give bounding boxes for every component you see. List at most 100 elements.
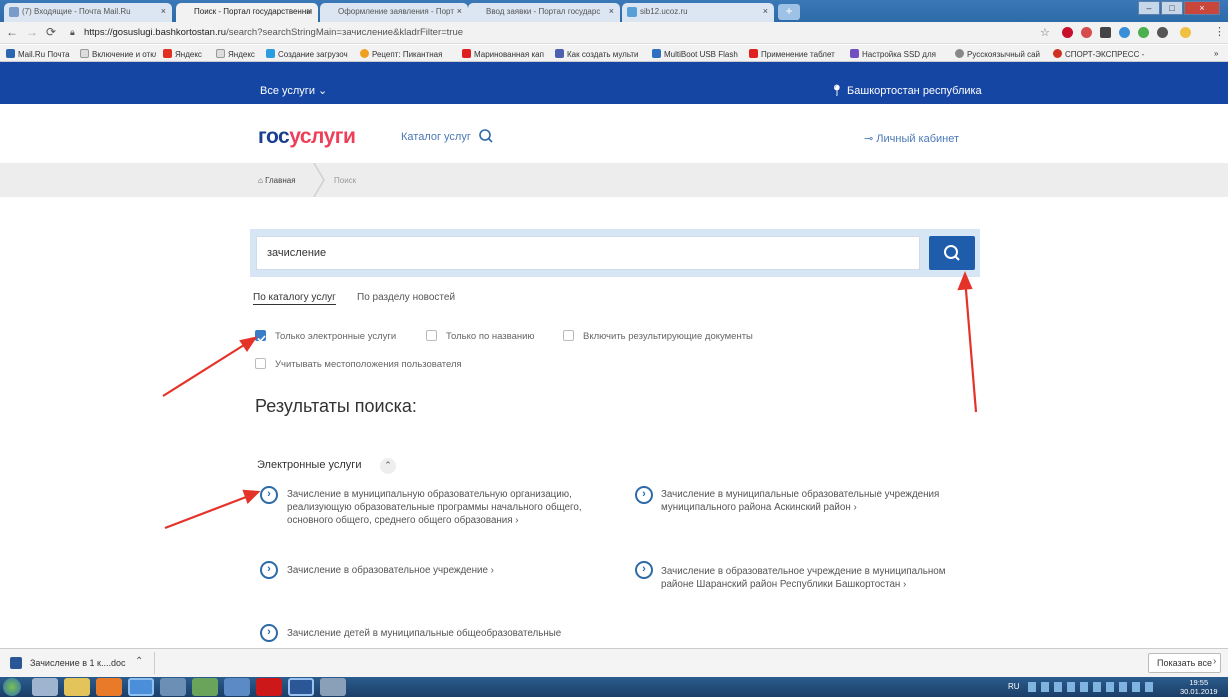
bookmark-label: Яндекс [175, 50, 202, 59]
personal-cabinet-link[interactable]: ⊸ Личный кабинет [864, 132, 959, 145]
bookmark-item[interactable]: MultiBoot USB Flash [652, 49, 744, 59]
search-icon[interactable] [478, 128, 494, 144]
search-button[interactable] [929, 236, 975, 270]
all-services-menu[interactable]: Все услуги ⌄ [260, 84, 327, 97]
extension-icon[interactable] [1157, 27, 1168, 38]
language-indicator[interactable]: RU [1008, 682, 1020, 691]
new-tab-button[interactable]: + [778, 4, 800, 20]
bookmark-item[interactable]: Создание загрузоч [266, 49, 350, 59]
extension-icon[interactable] [1119, 27, 1130, 38]
extension-icon[interactable] [1081, 27, 1092, 38]
tab-close-icon[interactable]: × [457, 6, 462, 16]
close-window-icon[interactable]: × [1184, 1, 1220, 15]
bookmark-item[interactable]: Русскоязычный сай [955, 49, 1047, 59]
bookmark-item[interactable]: Яндекс [163, 49, 213, 59]
checkbox-location[interactable] [255, 358, 266, 369]
result-link[interactable]: Зачисление в муниципальную образовательн… [287, 488, 582, 527]
bookmark-item[interactable]: Включение и отклю [80, 49, 156, 59]
back-icon[interactable]: ← [6, 25, 18, 39]
word-icon[interactable] [288, 678, 314, 696]
adblock-extension-icon[interactable] [1062, 27, 1073, 38]
menu-icon[interactable]: ⋮ [1214, 25, 1225, 38]
extension-icon[interactable] [1138, 27, 1149, 38]
bookmark-item[interactable]: Яндекс [216, 49, 266, 59]
download-filename[interactable]: Зачисление в 1 к....doc [30, 658, 125, 668]
search-input[interactable] [256, 236, 920, 270]
show-all-downloads-button[interactable]: Показать все [1148, 653, 1221, 673]
cabinet-label: Личный кабинет [876, 133, 960, 145]
region-selector[interactable]: 📍︎ Башкортостан республика [830, 84, 982, 97]
checkbox-include-docs[interactable] [563, 330, 574, 341]
reload-icon[interactable]: ⟳ [46, 25, 56, 39]
result-line: Зачисление в муниципальную образовательн… [287, 489, 572, 500]
tab-close-icon[interactable]: × [161, 6, 166, 16]
bookmark-label: Применение таблет [761, 50, 835, 59]
maximize-icon[interactable]: □ [1161, 1, 1183, 15]
collapse-chevron-icon[interactable]: ⌃ [380, 458, 396, 474]
chrome-icon[interactable] [128, 678, 154, 696]
chevron-up-icon[interactable]: ⌃ [135, 656, 143, 667]
tab-title: Поиск - Портал государственны [194, 7, 313, 16]
youtube-icon [749, 49, 758, 58]
bookmark-item[interactable]: Как создать мульти [555, 49, 645, 59]
breadcrumb-home[interactable]: ⌂ Главная [258, 176, 296, 185]
start-button-icon[interactable] [3, 678, 21, 696]
page-icon [216, 49, 225, 58]
tab-close-icon[interactable]: × [609, 6, 614, 16]
bookmark-star-icon[interactable]: ☆ [1040, 26, 1050, 39]
browser-tab-strip: (7) Входящие - Почта Mail.Ru × Поиск - По… [0, 0, 1228, 22]
result-link[interactable]: Зачисление детей в муниципальные общеобр… [287, 627, 561, 640]
bookmark-item[interactable]: СПОРТ-ЭКСПРЕСС - [1053, 49, 1163, 59]
bookmark-item[interactable]: Настройка SSD для [850, 49, 942, 59]
url-domain: https://gosuslugi.bashkortostan.ru [84, 27, 227, 38]
firefox-icon[interactable] [96, 678, 122, 696]
catalog-link[interactable]: Каталог услуг [401, 131, 471, 143]
browser-tab-active[interactable]: Поиск - Портал государственны × [176, 3, 318, 22]
browser-tab[interactable]: Ввод заявки - Портал государс × [468, 3, 620, 22]
clock[interactable]: 19:55 30.01.2019 [1180, 678, 1218, 696]
tab-close-icon[interactable]: × [763, 6, 768, 16]
installer-icon[interactable] [192, 678, 218, 696]
profile-icon[interactable] [1180, 27, 1191, 38]
archive-icon[interactable] [224, 678, 250, 696]
browser-tab[interactable]: sib12.ucoz.ru × [622, 3, 774, 22]
gosuslugi-logo[interactable]: госуслуги [258, 125, 356, 149]
tray-icons[interactable] [1028, 682, 1158, 692]
close-download-bar-icon[interactable]: › [1213, 656, 1216, 667]
mail-favicon-icon [9, 7, 19, 17]
browser-tab[interactable]: (7) Входящие - Почта Mail.Ru × [4, 3, 172, 22]
arrow-circle-icon[interactable]: › [635, 561, 653, 579]
arrow-circle-icon[interactable]: › [635, 486, 653, 504]
arrow-circle-icon[interactable]: › [260, 486, 278, 504]
tab-close-icon[interactable]: × [307, 6, 312, 16]
minimize-icon[interactable]: – [1138, 1, 1160, 15]
result-link[interactable]: Зачисление в образовательное учреждение … [661, 565, 946, 591]
paint-icon[interactable] [320, 678, 346, 696]
checkbox-label: Включить результирующие документы [583, 331, 753, 342]
network-icon[interactable] [160, 678, 186, 696]
result-link[interactable]: Зачисление в образовательное учреждение … [287, 564, 494, 577]
breadcrumb-separator-icon [313, 163, 325, 197]
explorer-icon[interactable] [64, 678, 90, 696]
bookmark-item[interactable]: Рецепт: Пикантная [360, 49, 456, 59]
bookmark-item[interactable]: Mail.Ru Почта [6, 49, 76, 59]
forward-icon[interactable]: → [26, 25, 38, 39]
bookmark-item[interactable]: Применение таблет [749, 49, 843, 59]
browser-tab[interactable]: Оформление заявления - Порт × [320, 3, 468, 22]
tab-news[interactable]: По разделу новостей [357, 292, 455, 303]
user-icon[interactable] [32, 678, 58, 696]
arrow-circle-icon[interactable]: › [260, 561, 278, 579]
all-services-label: Все услуги [260, 85, 315, 97]
chevron-down-icon: ⌄ [318, 85, 328, 97]
bookmark-item[interactable]: Маринованная кап [462, 49, 548, 59]
arrow-circle-icon[interactable]: › [260, 624, 278, 642]
opera-icon[interactable] [256, 678, 282, 696]
extension-icon[interactable] [1100, 27, 1111, 38]
checkbox-electronic-only[interactable] [255, 330, 266, 343]
checkbox-by-name[interactable] [426, 330, 437, 341]
result-link[interactable]: Зачисление в муниципальные образовательн… [661, 488, 939, 514]
url-field[interactable]: https://gosuslugi.bashkortostan.ru/searc… [84, 27, 463, 38]
key-icon: ⊸ [864, 133, 874, 145]
tab-catalog[interactable]: По каталогу услуг [253, 292, 336, 305]
more-bookmarks-icon[interactable]: » [1214, 49, 1218, 58]
